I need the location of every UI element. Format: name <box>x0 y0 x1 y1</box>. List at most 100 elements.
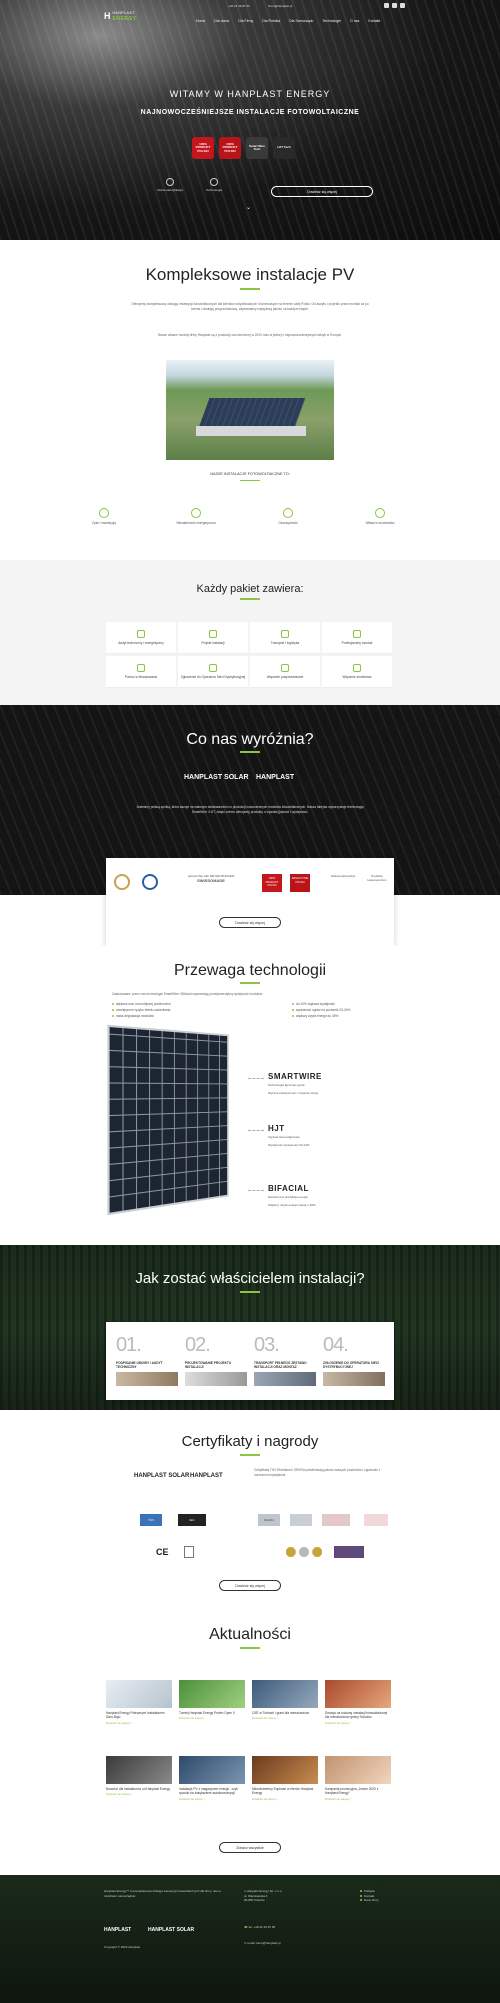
feature-item: Wkład w środowisko <box>348 508 412 525</box>
menu-item[interactable]: Dla Firmy <box>238 19 253 24</box>
news-card[interactable]: Hanplast Energy Polecanym Instalatorem D… <box>106 1680 172 1725</box>
phone-contact[interactable]: +48 22 49 87 66 <box>228 4 250 8</box>
news-card[interactable]: Kampania promocyjna „Jesień 2020 z Hanpl… <box>325 1756 391 1801</box>
certificates-section: Certyfikaty i nagrody HANPLAST SOLAR HAN… <box>0 1410 500 1610</box>
news-image[interactable] <box>179 1680 245 1708</box>
logo-mark: H <box>104 11 110 22</box>
badge-polish-product: 100% PRODUKT POLSKI <box>219 137 241 159</box>
feature-item: Niezależność energetyczna <box>164 508 228 525</box>
facebook-icon[interactable] <box>384 3 389 8</box>
news-card[interactable]: OZE w Turbach i grant dla mieszkańców Dow… <box>252 1680 318 1721</box>
feature-item: Zysk i inwestycja <box>72 508 136 525</box>
news-title[interactable]: Hanplast Energy Polecanym Instalatorem D… <box>106 1711 172 1720</box>
linkedin-icon[interactable] <box>400 3 405 8</box>
distinct-cta-button[interactable]: Dowiedz się więcej <box>219 917 281 928</box>
package-item: Zgłoszenie do Operatora Sieci Dystrybucy… <box>178 656 248 688</box>
youtube-icon[interactable] <box>392 3 397 8</box>
menu-item[interactable]: Kontakt <box>368 19 380 24</box>
menu-item[interactable]: Dla domu <box>214 19 229 24</box>
news-read-more-link[interactable]: Dowiedz się więcej > <box>179 1797 245 1802</box>
global-partnership-logo: Global partnership <box>330 874 356 878</box>
certs-card <box>106 858 394 946</box>
news-section: Aktualności <box>0 1610 500 1875</box>
tech-section: Przewaga technologii Zastosowane przez n… <box>0 946 500 1246</box>
news-title[interactable]: Nowości dla instalatorów od Hanplast Ene… <box>106 1787 172 1791</box>
package-item: Projekt instalacji <box>178 622 248 654</box>
news-card[interactable]: Instalacje PV z magazynem energii - czyl… <box>179 1756 245 1801</box>
logo-text-2: ENERGY <box>112 15 137 22</box>
news-title[interactable]: Dotacja na budowę instalacji fotowoltaic… <box>325 1711 391 1720</box>
hero-feature: Technologia <box>194 178 234 192</box>
section-title: Aktualności <box>209 1626 291 1643</box>
news-title[interactable]: OZE w Turbach i grant dla mieszkańców <box>252 1711 318 1715</box>
news-title[interactable]: Mikroinwertery Enphase w ofercie Hanplas… <box>252 1787 318 1796</box>
section-title: Jak zostać właścicielem instalacji? <box>135 1270 365 1287</box>
hero-section: H HANPLAST ENERGY +48 22 49 87 66 biuro@… <box>0 0 500 240</box>
news-image[interactable] <box>325 1680 391 1708</box>
bullet-item: większy uzysk energii do 30% <box>292 1014 350 1020</box>
news-read-more-link[interactable]: Dowiedz się więcej > <box>325 1797 391 1802</box>
news-image[interactable] <box>106 1680 172 1708</box>
award-logo <box>334 1546 364 1558</box>
footer-about: Hanplast Energy™ to kompleksowa obsługa … <box>104 1889 222 1898</box>
chevron-down-icon[interactable]: ⌄ <box>246 204 251 212</box>
hero-feature: Dobra identyfikacja <box>150 178 190 192</box>
hero-cta-button[interactable]: Dowiedz się więcej <box>271 186 373 197</box>
menu-item[interactable]: O nas <box>350 19 359 24</box>
service-icon <box>353 663 361 672</box>
identity-icon <box>166 178 174 186</box>
news-read-more-link[interactable]: Dowiedz się więcej > <box>179 1717 245 1721</box>
news-read-more-link[interactable]: Dowiedz się więcej > <box>106 1721 172 1726</box>
cert-logo <box>322 1514 350 1526</box>
package-item: Profesjonalny montaż <box>322 622 392 654</box>
news-read-more-link[interactable]: Dowiedz się więcej > <box>325 1721 391 1726</box>
news-image[interactable] <box>252 1756 318 1784</box>
certs-cta-button[interactable]: Dowiedz się więcej <box>219 1580 281 1591</box>
social-icons <box>384 3 405 8</box>
news-title[interactable]: Kampania promocyjna „Jesień 2020 z Hanpl… <box>325 1787 391 1796</box>
footer-copyright: Copyright © 2020 Hanplast <box>104 1945 141 1949</box>
dekra-logo: DEKRA <box>258 1514 280 1526</box>
step-item: 02. PROJEKTOWANIE PROJEKTU INSTALACJI <box>185 1332 247 1387</box>
news-image[interactable] <box>252 1680 318 1708</box>
footer-links: Polityka Kontakt Dane firmy <box>360 1889 379 1903</box>
footer-link[interactable]: Dane firmy <box>360 1898 379 1903</box>
news-read-more-link[interactable]: Dowiedz się więcej > <box>252 1717 318 1721</box>
news-image[interactable] <box>179 1756 245 1784</box>
news-image[interactable] <box>325 1756 391 1784</box>
heterojunction-logo: Produkty Heterojunction <box>367 874 387 883</box>
hanplast-solar-logo: HANPLAST SOLAR <box>134 1473 190 1479</box>
solar-panel-image <box>107 1024 229 1216</box>
news-read-more-link[interactable]: Dowiedz się więcej > <box>106 1793 172 1797</box>
news-card[interactable]: Nowości dla instalatorów od Hanplast Ene… <box>106 1756 172 1797</box>
news-title[interactable]: Turniej Hanplast Energy Profen Open V <box>179 1711 245 1715</box>
footer-email[interactable]: ✉ email: biuro@hanplast.pl <box>244 1941 280 1946</box>
news-read-more-link[interactable]: Dowiedz się więcej > <box>252 1797 318 1802</box>
hero-badges: 100% PRODUKT POLSKI 100% PRODUKT POLSKI … <box>192 137 295 159</box>
news-card[interactable]: Mikroinwertery Enphase w ofercie Hanplas… <box>252 1756 318 1801</box>
news-card[interactable]: Dotacja na budowę instalacji fotowoltaic… <box>325 1680 391 1725</box>
email-contact[interactable]: biuro@hanplast.pl <box>268 4 292 8</box>
site-logo[interactable]: H HANPLAST ENERGY <box>104 10 137 22</box>
document-icon <box>209 663 217 672</box>
news-image[interactable] <box>106 1756 172 1784</box>
tuv-logo: TÜV <box>140 1514 162 1526</box>
polish-product-badge: ABSOLUTNIE POLSKI <box>290 874 312 892</box>
menu-item[interactable]: Technologie <box>322 19 341 24</box>
badge-hjt: HJT Tech <box>273 137 295 159</box>
main-menu: Home Dla domu Dla Firmy Dla Rolnika Dla … <box>196 19 380 24</box>
package-item: Transport i logistyka <box>250 622 320 654</box>
tech-intro: Zastosowane przez nas technologie SmartW… <box>112 992 263 996</box>
cert-round-icon <box>140 874 160 890</box>
menu-item[interactable]: Dla Rolnika <box>262 19 280 24</box>
package-item: Pomoc w finansowaniu <box>106 656 176 688</box>
step-item: 04. ZGŁOSZENIE DO OPERATORA SIECI DYSTRYB… <box>323 1332 385 1387</box>
footer-phone[interactable]: ☎ tel. +48 22 49 87 66 <box>244 1925 275 1930</box>
menu-item[interactable]: Dla Samorządu <box>289 19 313 24</box>
menu-item[interactable]: Home <box>196 19 205 24</box>
news-title[interactable]: Instalacje PV z magazynem energii - czyl… <box>179 1787 245 1796</box>
step-item: 01. PODPISANIE UMOWY I AUDYT TECHNICZNY <box>116 1332 178 1387</box>
news-all-button[interactable]: Zobacz wszystkie <box>219 1842 281 1853</box>
title-underline <box>240 288 260 290</box>
news-card[interactable]: Turniej Hanplast Energy Profen Open V Dow… <box>179 1680 245 1721</box>
